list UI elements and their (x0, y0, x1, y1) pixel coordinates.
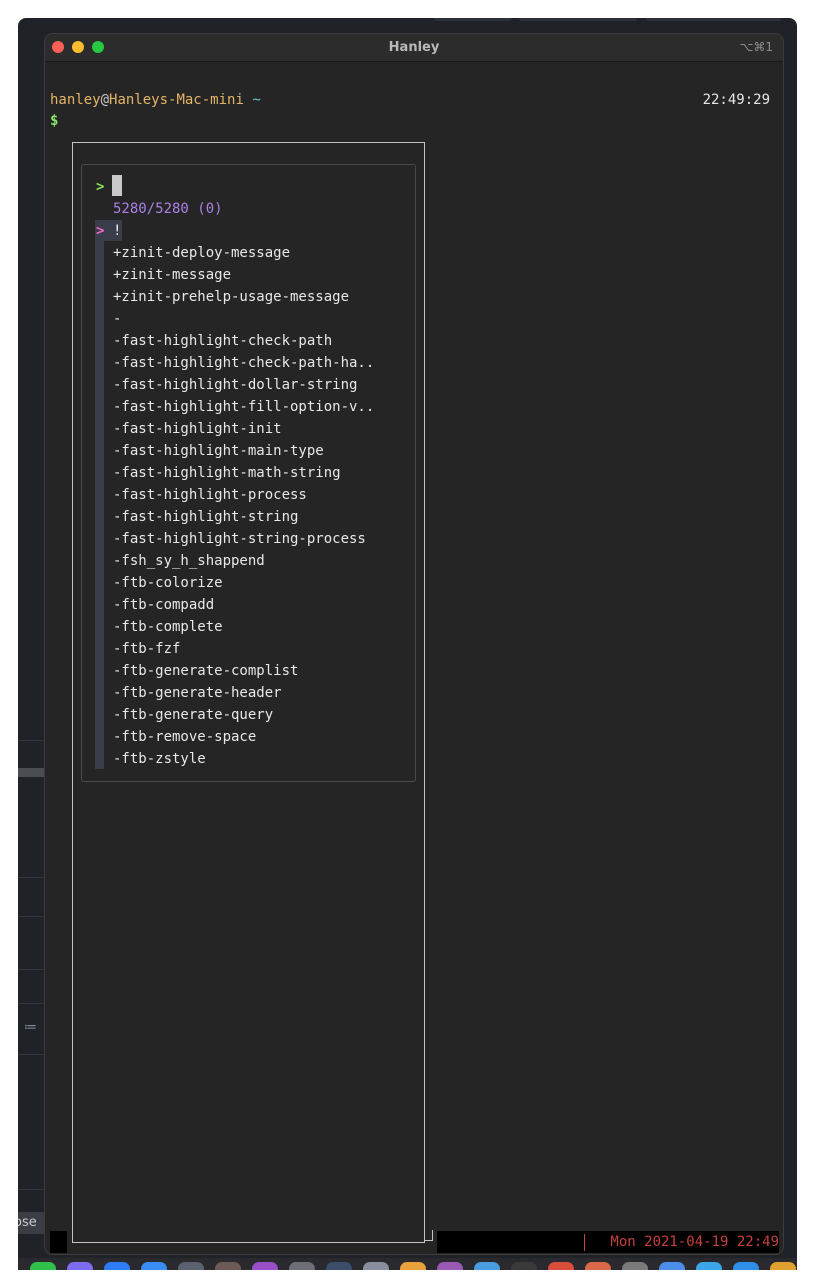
fzf-results-list: +zinit-deploy-message +zinit-message +zini… (113, 242, 374, 770)
fzf-result-item[interactable]: -fast-highlight-dollar-string (113, 374, 374, 396)
dock-app-icon[interactable] (326, 1262, 352, 1270)
fzf-result-item[interactable]: -ftb-generate-query (113, 704, 374, 726)
fzf-result-item[interactable]: -fsh_sy_h_shappend (113, 550, 374, 572)
dock-app-icon[interactable] (289, 1262, 315, 1270)
fzf-result-item[interactable]: -ftb-colorize (113, 572, 374, 594)
dock-app-icon[interactable] (400, 1262, 426, 1270)
fzf-result-item[interactable]: -fast-highlight-check-path (113, 330, 374, 352)
pane-corner (425, 1230, 433, 1241)
background-close-button[interactable]: ose (18, 1212, 44, 1234)
fzf-result-item[interactable]: - (113, 308, 374, 330)
fzf-result-item[interactable]: -fast-highlight-math-string (113, 462, 374, 484)
prompt-dir: ~ (252, 92, 261, 108)
status-separator (584, 1234, 585, 1251)
prompt-at: @ (100, 92, 110, 108)
text-cursor (112, 175, 122, 196)
numbered-list-icon[interactable]: ≔ (24, 1020, 37, 1035)
background-tab[interactable] (646, 18, 781, 21)
background-tab[interactable] (519, 18, 637, 21)
dock-app-icon[interactable] (511, 1262, 537, 1270)
fzf-result-item[interactable]: +zinit-message (113, 264, 374, 286)
dock-app-icon[interactable] (252, 1262, 278, 1270)
status-bar: Mon 2021-04-19 22:49 (437, 1231, 779, 1253)
fzf-gutter (95, 220, 104, 769)
status-left-segment (50, 1231, 67, 1253)
dock-app-icon[interactable] (659, 1262, 685, 1270)
background-divider (18, 969, 44, 970)
dock-app-icon[interactable] (178, 1262, 204, 1270)
fzf-result-item[interactable]: +zinit-prehelp-usage-message (113, 286, 374, 308)
dock-app-icon[interactable] (585, 1262, 611, 1270)
background-scrollbar[interactable] (18, 768, 44, 777)
prompt-line: hanley@Hanleys-Mac-mini ~ (50, 89, 261, 111)
dock-app-icon[interactable] (622, 1262, 648, 1270)
dock-app-icon[interactable] (104, 1262, 130, 1270)
fzf-result-item[interactable]: -ftb-complete (113, 616, 374, 638)
fzf-result-item[interactable]: -fast-highlight-main-type (113, 440, 374, 462)
dock-app-icon[interactable] (733, 1262, 759, 1270)
dock-app-icon[interactable] (770, 1262, 796, 1270)
title-bar[interactable]: Hanley ⌥⌘1 (45, 34, 783, 62)
fzf-result-item[interactable]: -ftb-zstyle (113, 748, 374, 770)
terminal-window: Hanley ⌥⌘1 hanley@Hanleys-Mac-mini ~ 22:… (45, 34, 783, 1254)
prompt-clock: 22:49:29 (702, 92, 770, 108)
dock-app-icon[interactable] (548, 1262, 574, 1270)
dock-app-icon[interactable] (215, 1262, 241, 1270)
fzf-result-item[interactable]: -ftb-compadd (113, 594, 374, 616)
fzf-result-item[interactable]: -fast-highlight-string-process (113, 528, 374, 550)
background-divider (18, 1189, 44, 1190)
prompt-user: hanley (50, 92, 101, 108)
background-divider (18, 916, 44, 917)
dock-app-icon[interactable] (437, 1262, 463, 1270)
fzf-result-item[interactable]: +zinit-deploy-message (113, 242, 374, 264)
query-pointer: > (96, 179, 105, 195)
dock-app-icon[interactable] (141, 1262, 167, 1270)
fzf-result-item[interactable]: -ftb-fzf (113, 638, 374, 660)
fzf-result-item[interactable]: -fast-highlight-init (113, 418, 374, 440)
background-divider (18, 1054, 44, 1055)
fzf-result-item[interactable]: -fast-highlight-string (113, 506, 374, 528)
dock-app-icon[interactable] (696, 1262, 722, 1270)
background-tab[interactable] (434, 18, 512, 21)
fzf-result-item[interactable]: -fast-highlight-process (113, 484, 374, 506)
background-divider (18, 877, 44, 878)
window-shortcut: ⌥⌘1 (739, 40, 773, 54)
background-divider (18, 740, 44, 741)
status-date: Mon 2021-04-19 22:49 (610, 1234, 779, 1250)
selected-item[interactable]: ! (113, 220, 121, 242)
prompt-symbol: $ (50, 113, 59, 129)
window-title: Hanley (388, 40, 440, 55)
messages-icon[interactable] (30, 1262, 56, 1270)
background-divider (18, 1003, 44, 1004)
prompt-host: Hanleys-Mac-mini (109, 92, 244, 108)
dock-app-icon[interactable] (474, 1262, 500, 1270)
fzf-result-item[interactable]: -fast-highlight-fill-option-v.. (113, 396, 374, 418)
fzf-result-item[interactable]: -ftb-generate-header (113, 682, 374, 704)
fzf-result-item[interactable]: -fast-highlight-check-path-ha.. (113, 352, 374, 374)
fzf-result-item[interactable]: -ftb-generate-complist (113, 660, 374, 682)
selected-pointer: > (96, 223, 105, 239)
fzf-query-row[interactable]: > (96, 176, 104, 198)
fzf-result-item[interactable]: -ftb-remove-space (113, 726, 374, 748)
dock-app-icon[interactable] (67, 1262, 93, 1270)
dock-app-icon[interactable] (363, 1262, 389, 1270)
dock (18, 1258, 797, 1270)
match-counter: 5280/5280 (0) (113, 201, 223, 217)
